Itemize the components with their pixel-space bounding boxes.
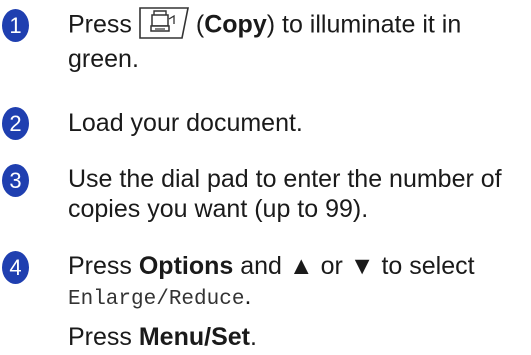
step-1-line2: green. (68, 45, 139, 73)
step-3-line2: copies you want (up to 99). (68, 195, 369, 223)
step-1-line1-tail: to illuminate it in (275, 10, 462, 39)
step-4-text: Press Options and ▲ or ▼ to select Enlar… (68, 251, 523, 315)
copy-key-icon (136, 5, 192, 41)
step-4-followup: Press Menu/Set. (68, 322, 523, 352)
step-4-followup-period: . (249, 323, 257, 351)
step-4-period: . (244, 282, 252, 310)
step-4-arrows-text: and ▲ or ▼ to select (233, 252, 475, 280)
step-4-options-label: Options (138, 252, 234, 280)
step-2-text: Load your document. (68, 109, 303, 137)
step-1-paren-open: ( (195, 10, 205, 39)
step-number-badge: 1 (2, 9, 29, 42)
step-3-text: Use the dial pad to enter the number of … (68, 164, 523, 224)
step-number-badge: 3 (2, 164, 29, 197)
step-4-menu-value: Enlarge/Reduce (68, 288, 245, 311)
step-1-copy-label: Copy (204, 10, 267, 39)
step-1-paren-close: ) (266, 10, 276, 39)
step-4-menu-set-label: Menu/Set (138, 323, 250, 351)
step-1-press-word: Press (68, 10, 132, 39)
step-3-line1: Use the dial pad to enter the number of (68, 165, 502, 193)
step-number-badge: 2 (2, 107, 29, 140)
step-4-followup-press: Press (68, 323, 139, 351)
step-1-text: Press (Copy) to illuminate it in green. (68, 5, 523, 74)
step-number-badge: 4 (2, 251, 29, 284)
step-4-press-word: Press (68, 252, 139, 280)
